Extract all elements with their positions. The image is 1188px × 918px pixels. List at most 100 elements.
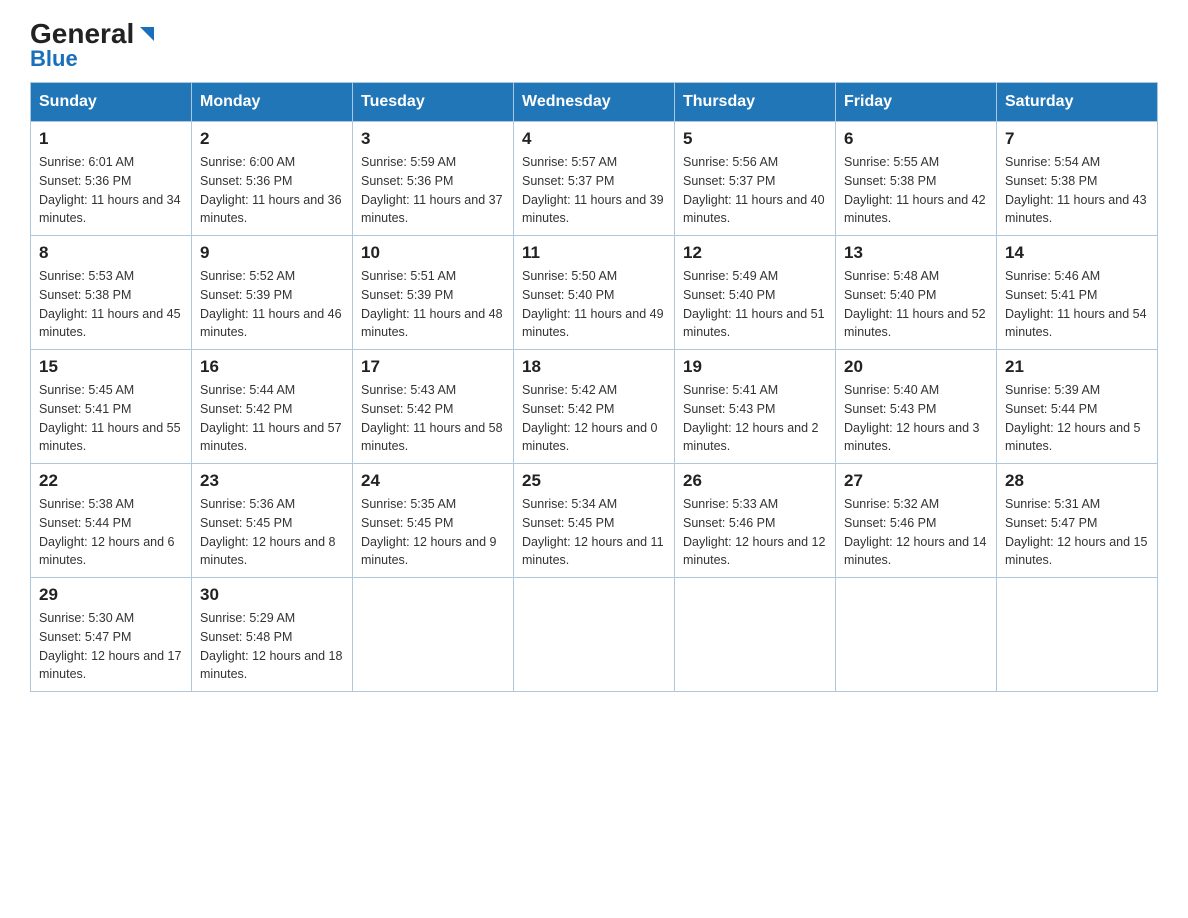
calendar-cell: 5 Sunrise: 5:56 AMSunset: 5:37 PMDaylight… [675,122,836,236]
day-info: Sunrise: 6:01 AMSunset: 5:36 PMDaylight:… [39,153,183,228]
day-info: Sunrise: 5:53 AMSunset: 5:38 PMDaylight:… [39,267,183,342]
day-number: 12 [683,243,827,263]
day-info: Sunrise: 5:36 AMSunset: 5:45 PMDaylight:… [200,495,344,570]
calendar-cell: 16 Sunrise: 5:44 AMSunset: 5:42 PMDayligh… [192,350,353,464]
calendar-cell: 30 Sunrise: 5:29 AMSunset: 5:48 PMDayligh… [192,578,353,692]
day-number: 3 [361,129,505,149]
calendar-cell: 27 Sunrise: 5:32 AMSunset: 5:46 PMDayligh… [836,464,997,578]
calendar-cell: 12 Sunrise: 5:49 AMSunset: 5:40 PMDayligh… [675,236,836,350]
day-number: 27 [844,471,988,491]
calendar-cell: 25 Sunrise: 5:34 AMSunset: 5:45 PMDayligh… [514,464,675,578]
day-number: 16 [200,357,344,377]
calendar-cell: 1 Sunrise: 6:01 AMSunset: 5:36 PMDaylight… [31,122,192,236]
calendar-day-header-monday: Monday [192,83,353,122]
day-info: Sunrise: 5:40 AMSunset: 5:43 PMDaylight:… [844,381,988,456]
calendar-cell: 29 Sunrise: 5:30 AMSunset: 5:47 PMDayligh… [31,578,192,692]
day-info: Sunrise: 5:59 AMSunset: 5:36 PMDaylight:… [361,153,505,228]
logo-triangle-icon [136,23,158,45]
day-number: 23 [200,471,344,491]
day-info: Sunrise: 6:00 AMSunset: 5:36 PMDaylight:… [200,153,344,228]
day-info: Sunrise: 5:32 AMSunset: 5:46 PMDaylight:… [844,495,988,570]
calendar-cell: 18Sunrise: 5:42 AMSunset: 5:42 PMDayligh… [514,350,675,464]
calendar-week-row: 1 Sunrise: 6:01 AMSunset: 5:36 PMDaylight… [31,122,1158,236]
day-number: 19 [683,357,827,377]
calendar-cell [997,578,1158,692]
calendar-cell: 21Sunrise: 5:39 AMSunset: 5:44 PMDayligh… [997,350,1158,464]
day-info: Sunrise: 5:33 AMSunset: 5:46 PMDaylight:… [683,495,827,570]
day-info: Sunrise: 5:49 AMSunset: 5:40 PMDaylight:… [683,267,827,342]
calendar-cell: 15 Sunrise: 5:45 AMSunset: 5:41 PMDayligh… [31,350,192,464]
day-info: Sunrise: 5:45 AMSunset: 5:41 PMDaylight:… [39,381,183,456]
day-info: Sunrise: 5:30 AMSunset: 5:47 PMDaylight:… [39,609,183,684]
day-info: Sunrise: 5:57 AMSunset: 5:37 PMDaylight:… [522,153,666,228]
calendar-day-header-thursday: Thursday [675,83,836,122]
calendar-cell [353,578,514,692]
day-info: Sunrise: 5:43 AMSunset: 5:42 PMDaylight:… [361,381,505,456]
day-number: 22 [39,471,183,491]
day-number: 5 [683,129,827,149]
day-number: 13 [844,243,988,263]
day-info: Sunrise: 5:48 AMSunset: 5:40 PMDaylight:… [844,267,988,342]
calendar-week-row: 15 Sunrise: 5:45 AMSunset: 5:41 PMDayligh… [31,350,1158,464]
day-info: Sunrise: 5:35 AMSunset: 5:45 PMDaylight:… [361,495,505,570]
day-number: 30 [200,585,344,605]
calendar-day-header-tuesday: Tuesday [353,83,514,122]
calendar-cell [514,578,675,692]
day-info: Sunrise: 5:34 AMSunset: 5:45 PMDaylight:… [522,495,666,570]
day-number: 28 [1005,471,1149,491]
logo: General Blue [30,20,158,72]
day-info: Sunrise: 5:44 AMSunset: 5:42 PMDaylight:… [200,381,344,456]
day-number: 15 [39,357,183,377]
day-number: 25 [522,471,666,491]
day-number: 20 [844,357,988,377]
day-number: 26 [683,471,827,491]
day-number: 8 [39,243,183,263]
header: General Blue [30,20,1158,72]
calendar-cell: 13 Sunrise: 5:48 AMSunset: 5:40 PMDayligh… [836,236,997,350]
day-number: 10 [361,243,505,263]
calendar-cell: 8 Sunrise: 5:53 AMSunset: 5:38 PMDaylight… [31,236,192,350]
calendar-day-header-friday: Friday [836,83,997,122]
calendar-cell [675,578,836,692]
calendar-cell: 11Sunrise: 5:50 AMSunset: 5:40 PMDayligh… [514,236,675,350]
calendar-cell: 3 Sunrise: 5:59 AMSunset: 5:36 PMDaylight… [353,122,514,236]
day-number: 14 [1005,243,1149,263]
day-info: Sunrise: 5:54 AMSunset: 5:38 PMDaylight:… [1005,153,1149,228]
calendar-cell: 7 Sunrise: 5:54 AMSunset: 5:38 PMDaylight… [997,122,1158,236]
day-info: Sunrise: 5:56 AMSunset: 5:37 PMDaylight:… [683,153,827,228]
calendar-cell: 24 Sunrise: 5:35 AMSunset: 5:45 PMDayligh… [353,464,514,578]
day-number: 21 [1005,357,1149,377]
day-number: 2 [200,129,344,149]
calendar-cell: 6 Sunrise: 5:55 AMSunset: 5:38 PMDaylight… [836,122,997,236]
day-info: Sunrise: 5:29 AMSunset: 5:48 PMDaylight:… [200,609,344,684]
calendar-cell [836,578,997,692]
calendar-day-header-wednesday: Wednesday [514,83,675,122]
day-info: Sunrise: 5:42 AMSunset: 5:42 PMDaylight:… [522,381,666,456]
day-number: 11 [522,243,666,263]
day-info: Sunrise: 5:52 AMSunset: 5:39 PMDaylight:… [200,267,344,342]
logo-general: General [30,20,134,48]
day-number: 1 [39,129,183,149]
day-info: Sunrise: 5:55 AMSunset: 5:38 PMDaylight:… [844,153,988,228]
calendar-cell: 2 Sunrise: 6:00 AMSunset: 5:36 PMDaylight… [192,122,353,236]
calendar-header-row: SundayMondayTuesdayWednesdayThursdayFrid… [31,83,1158,122]
calendar-cell: 19 Sunrise: 5:41 AMSunset: 5:43 PMDayligh… [675,350,836,464]
calendar-week-row: 8 Sunrise: 5:53 AMSunset: 5:38 PMDaylight… [31,236,1158,350]
calendar-cell: 28Sunrise: 5:31 AMSunset: 5:47 PMDayligh… [997,464,1158,578]
calendar-cell: 9 Sunrise: 5:52 AMSunset: 5:39 PMDaylight… [192,236,353,350]
calendar-day-header-saturday: Saturday [997,83,1158,122]
calendar-week-row: 29 Sunrise: 5:30 AMSunset: 5:47 PMDayligh… [31,578,1158,692]
calendar-cell: 22 Sunrise: 5:38 AMSunset: 5:44 PMDayligh… [31,464,192,578]
calendar-cell: 14Sunrise: 5:46 AMSunset: 5:41 PMDayligh… [997,236,1158,350]
calendar-cell: 23 Sunrise: 5:36 AMSunset: 5:45 PMDayligh… [192,464,353,578]
day-info: Sunrise: 5:38 AMSunset: 5:44 PMDaylight:… [39,495,183,570]
day-number: 29 [39,585,183,605]
day-info: Sunrise: 5:41 AMSunset: 5:43 PMDaylight:… [683,381,827,456]
day-number: 6 [844,129,988,149]
calendar-cell: 20 Sunrise: 5:40 AMSunset: 5:43 PMDayligh… [836,350,997,464]
day-number: 7 [1005,129,1149,149]
day-number: 9 [200,243,344,263]
day-number: 24 [361,471,505,491]
day-number: 17 [361,357,505,377]
calendar-cell: 10Sunrise: 5:51 AMSunset: 5:39 PMDayligh… [353,236,514,350]
